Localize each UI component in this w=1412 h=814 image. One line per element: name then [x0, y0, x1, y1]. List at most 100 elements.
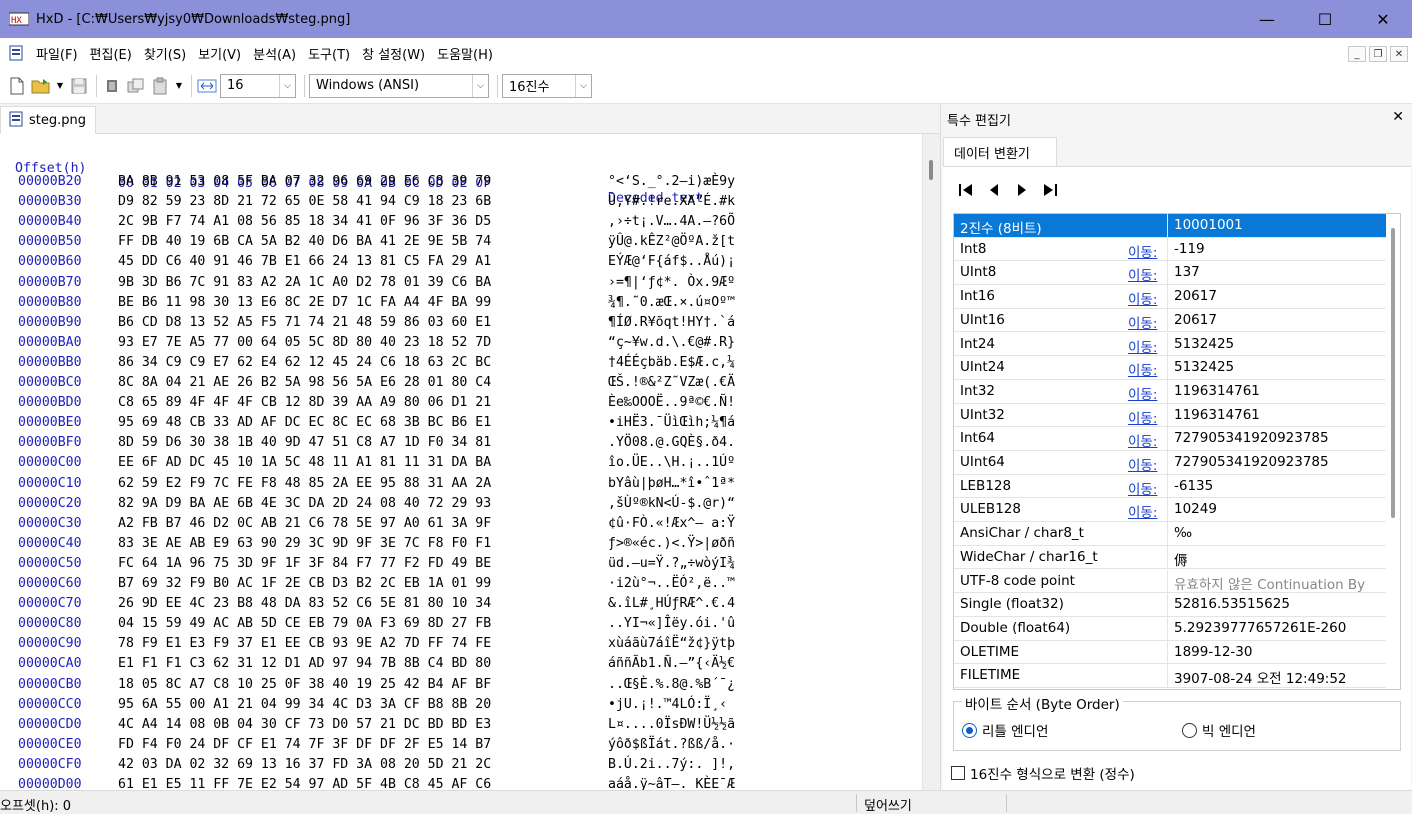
inspector-value[interactable]: 137 [1174, 264, 1386, 280]
inspector-value[interactable]: 20617 [1174, 288, 1386, 304]
row-decoded-text[interactable]: ..YI¬«]Îëy.ói.'û [608, 616, 735, 631]
row-bytes[interactable]: 9B 3D B6 7C 91 83 A2 2A 1C A0 D2 78 01 3… [118, 275, 491, 290]
row-bytes[interactable]: 42 03 DA 02 32 69 13 16 37 FD 3A 08 20 5… [118, 757, 491, 772]
inspector-row[interactable]: Single (float32) 52816.53515625 [954, 593, 1388, 617]
offset-base-select[interactable]: 16진수 ⌵ [502, 73, 592, 98]
inspector-value[interactable]: 1196314761 [1174, 407, 1386, 423]
inspector-value[interactable]: 유효하지 않은 Continuation By [1174, 573, 1386, 593]
row-decoded-text[interactable]: †4ÉÉçbäb.E$Æ.c,¼ [608, 355, 735, 370]
row-decoded-text[interactable]: EÝÆ@‘F{áf$..Åú)¡ [608, 254, 735, 269]
row-bytes[interactable]: 61 E1 E5 11 FF 7E E2 54 97 AD 5F 4B C8 4… [118, 777, 491, 790]
inspector-value[interactable]: 10001001 [1174, 217, 1386, 233]
minimize-button[interactable]: — [1238, 0, 1296, 38]
bytes-per-row-select[interactable]: 16 ⌵ [220, 73, 296, 98]
row-decoded-text[interactable]: ›=¶|‘ƒ¢*. Òx.9Æº [608, 275, 735, 290]
mdi-minimize-button[interactable]: _ [1348, 46, 1366, 62]
inspector-row[interactable]: Int8 이동: -119 [954, 237, 1388, 262]
inspector-value[interactable]: 52816.53515625 [1174, 596, 1386, 612]
inspector-value[interactable]: 傉 [1174, 549, 1386, 569]
row-decoded-text[interactable]: ƒ>®«éc.)<.Ÿ>|øðñ [608, 536, 735, 551]
open-dropdown-arrow-icon[interactable]: ▼ [54, 75, 66, 97]
inspector-value[interactable]: -6135 [1174, 478, 1386, 494]
inspector-row[interactable]: 2진수 (8비트) 10001001 [954, 214, 1388, 238]
save-icon[interactable] [68, 75, 90, 97]
row-decoded-text[interactable]: Ù‚Y#.!re.XA”É.#k [608, 194, 735, 209]
row-bytes[interactable]: 95 69 48 CB 33 AD AF DC EC 8C EC 68 3B B… [118, 415, 491, 430]
row-decoded-text[interactable]: aáå.ÿ~âT—._KÈE¯Æ [608, 777, 735, 790]
panel-close-icon[interactable]: ✕ [1392, 109, 1404, 125]
row-bytes[interactable]: 83 3E AE AB E9 63 90 29 3C 9D 9F 3E 7C F… [118, 536, 491, 551]
inspector-row[interactable]: Int32 이동: 1196314761 [954, 379, 1388, 404]
hex-format-checkbox-row[interactable]: 16진수 형식으로 변환 (정수) [951, 763, 1135, 783]
document-icon[interactable] [6, 44, 26, 62]
previous-icon[interactable] [985, 181, 1003, 199]
paste-dropdown-arrow-icon[interactable]: ▼ [173, 75, 185, 97]
menu-view[interactable]: 보기(V) [192, 44, 247, 63]
tab-data-inspector[interactable]: 데이터 변환기 [943, 137, 1057, 167]
inspector-value[interactable]: 5132425 [1174, 359, 1386, 375]
row-decoded-text[interactable]: bYâù|þøH…*î•ˆ1ª* [608, 476, 735, 491]
tab-steg-png[interactable]: steg.png [0, 106, 96, 134]
inspector-row[interactable]: FILETIME 3907-08-24 오전 12:49:52 [954, 664, 1388, 688]
close-button[interactable]: ✕ [1354, 0, 1412, 38]
inspector-value[interactable]: 1196314761 [1174, 383, 1386, 399]
row-bytes[interactable]: EE 6F AD DC 45 10 1A 5C 48 11 A1 81 11 3… [118, 455, 491, 470]
inspector-row[interactable]: Double (float64) 5.29239777657261E-260 [954, 616, 1388, 641]
row-bytes[interactable]: FF DB 40 19 6B CA 5A B2 40 D6 BA 41 2E 9… [118, 234, 491, 249]
row-decoded-text[interactable]: “ç~¥w.d.\.€@#.R} [608, 335, 735, 350]
goto-link[interactable]: 이동: [1128, 407, 1157, 427]
menu-file[interactable]: 파일(F) [30, 44, 84, 63]
row-decoded-text[interactable]: .YÖ08.@.GQÈ§.ð4. [608, 435, 735, 450]
row-decoded-text[interactable]: ¶ÍØ.R¥õqt!HY†.`á [608, 315, 735, 330]
row-bytes[interactable]: 82 9A D9 BA AE 6B 4E 3C DA 2D 24 08 40 7… [118, 496, 491, 511]
inspector-value[interactable]: 5.29239777657261E-260 [1174, 620, 1386, 636]
row-decoded-text[interactable]: Èe‰OOOË..9ª©€.Ñ! [608, 395, 735, 410]
mdi-restore-button[interactable]: ❐ [1369, 46, 1387, 62]
row-bytes[interactable]: 2C 9B F7 74 A1 08 56 85 18 34 41 0F 96 3… [118, 214, 491, 229]
goto-link[interactable]: 이동: [1128, 336, 1157, 356]
row-bytes[interactable]: 78 F9 E1 E3 F9 37 E1 EE CB 93 9E A2 7D F… [118, 636, 491, 651]
row-decoded-text[interactable]: &.îL#¸HÚƒRÆ^.€.4 [608, 596, 735, 611]
inspector-row[interactable]: OLETIME 1899-12-30 [954, 640, 1388, 665]
hex-vertical-scrollbar[interactable] [922, 134, 940, 790]
little-endian-radio[interactable]: 리틀 엔디언 [962, 720, 1048, 740]
inspector-row[interactable]: WideChar / char16_t 傉 [954, 545, 1388, 570]
row-bytes[interactable]: FC 64 1A 96 75 3D 9F 1F 3F 84 F7 77 F2 F… [118, 556, 491, 571]
inspector-row[interactable]: ULEB128 이동: 10249 [954, 498, 1388, 523]
row-decoded-text[interactable]: •jU.¡!.™4LÓ:Ï¸‹ [608, 697, 735, 712]
menu-help[interactable]: 도움말(H) [431, 44, 499, 63]
row-bytes[interactable]: B6 CD D8 13 52 A5 F5 71 74 21 48 59 86 0… [118, 315, 491, 330]
charset-select[interactable]: Windows (ANSI) ⌵ [309, 73, 489, 98]
menu-analysis[interactable]: 분석(A) [247, 44, 302, 63]
row-bytes[interactable]: D9 82 59 23 8D 21 72 65 0E 58 41 94 C9 1… [118, 194, 491, 209]
goto-link[interactable]: 이동: [1128, 501, 1157, 521]
menu-window[interactable]: 창 설정(W) [356, 44, 431, 63]
row-bytes[interactable]: 8C 8A 04 21 AE 26 B2 5A 98 56 5A E6 28 0… [118, 375, 491, 390]
row-bytes[interactable]: BE B6 11 98 30 13 E6 8C 2E D7 1C FA A4 4… [118, 295, 491, 310]
goto-link[interactable]: 이동: [1128, 312, 1157, 332]
goto-link[interactable]: 이동: [1128, 241, 1157, 261]
row-bytes[interactable]: 4C A4 14 08 0B 04 30 CF 73 D0 57 21 DC B… [118, 717, 491, 732]
goto-link[interactable]: 이동: [1128, 454, 1157, 474]
maximize-button[interactable]: ☐ [1296, 0, 1354, 38]
row-bytes[interactable]: 95 6A 55 00 A1 21 04 99 34 4C D3 3A CF B… [118, 697, 491, 712]
goto-link[interactable]: 이동: [1128, 288, 1157, 308]
inspector-value[interactable]: 1899-12-30 [1174, 644, 1386, 660]
row-decoded-text[interactable]: ,›÷t¡.V….4A.–?6Õ [608, 214, 735, 229]
inspector-value[interactable]: 727905341920923785 [1174, 454, 1386, 470]
row-decoded-text[interactable]: ·i2ù°¬..ËÓ²,ë..™ [608, 576, 735, 591]
hex-format-checkbox[interactable] [951, 766, 965, 780]
row-decoded-text[interactable]: ..Œ§È.%.8@.%B´¯¿ [608, 677, 735, 692]
cut-icon[interactable] [101, 75, 123, 97]
row-decoded-text[interactable]: xùáãù7áîË“ž¢}ÿtþ [608, 636, 735, 651]
row-bytes[interactable]: A2 FB B7 46 D2 0C AB 21 C6 78 5E 97 A0 6… [118, 516, 491, 531]
inspector-value[interactable]: 5132425 [1174, 336, 1386, 352]
menu-search[interactable]: 찾기(S) [138, 44, 192, 63]
inspector-row[interactable]: UInt24 이동: 5132425 [954, 356, 1388, 380]
goto-link[interactable]: 이동: [1128, 383, 1157, 403]
row-decoded-text[interactable]: ¢û·FÒ.«!Æx^— a:Ÿ [608, 516, 735, 531]
row-decoded-text[interactable]: îo.ÜE..\H.¡..1Úº [608, 455, 735, 470]
inspector-value[interactable]: ‰ [1174, 525, 1386, 541]
inspector-value[interactable]: 3907-08-24 오전 12:49:52 [1174, 667, 1386, 687]
copy-icon[interactable] [125, 75, 147, 97]
